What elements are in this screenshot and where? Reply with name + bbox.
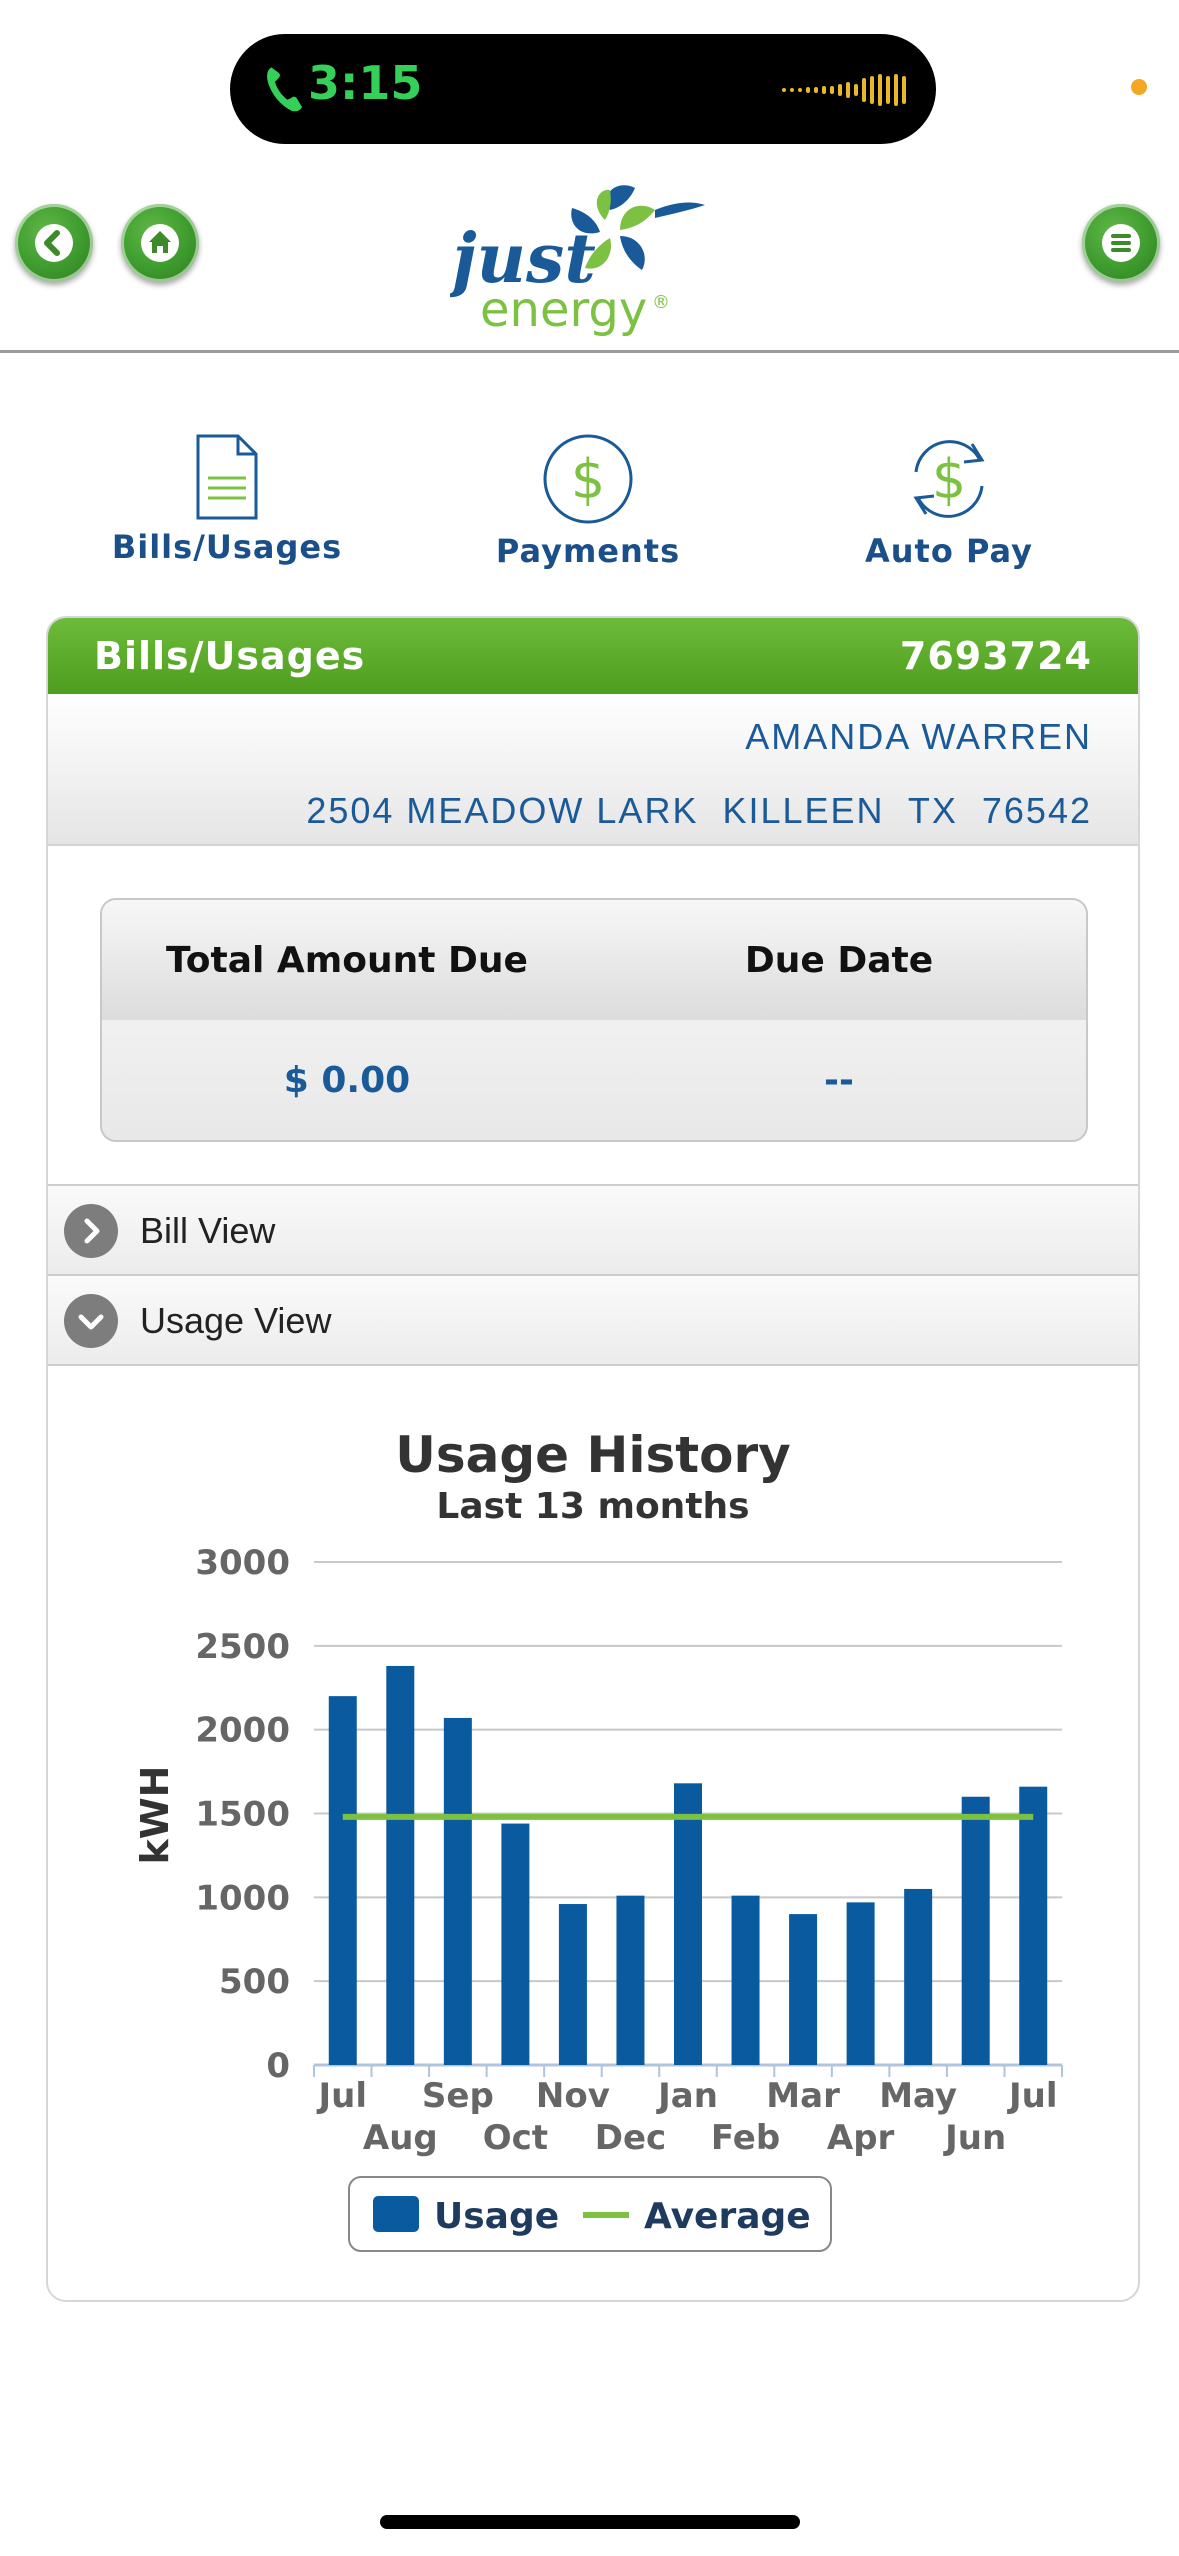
quick-link-label: Auto Pay xyxy=(864,532,1034,570)
customer-name: AMANDA WARREN xyxy=(745,716,1092,757)
home-icon xyxy=(141,224,179,262)
card-title: Bills/Usages xyxy=(94,634,366,678)
account-number: 7693724 xyxy=(899,634,1092,678)
home-button[interactable] xyxy=(121,204,199,282)
logo-text-energy: energy xyxy=(480,282,647,338)
privacy-indicator-dot xyxy=(1131,79,1147,95)
bill-view-toggle[interactable]: Bill View xyxy=(48,1184,1138,1274)
account-info: AMANDA WARREN 2504 MEADOW LARK KILLEEN T… xyxy=(48,694,1138,846)
document-icon xyxy=(196,434,258,520)
dollar-refresh-icon: $ xyxy=(913,440,985,518)
total-amount-due-label: Total Amount Due xyxy=(166,940,528,981)
quick-link-label: Payments xyxy=(495,532,681,570)
usage-view-toggle[interactable]: Usage View xyxy=(48,1274,1138,1366)
quick-link-payments[interactable]: $ Payments xyxy=(438,432,738,582)
back-button[interactable] xyxy=(15,204,93,282)
dynamic-island[interactable]: 3:15 xyxy=(230,34,936,144)
card-header: Bills/Usages 7693724 xyxy=(48,618,1138,694)
due-date-label: Due Date xyxy=(744,940,934,981)
amount-due-table: Total Amount Due Due Date $ 0.00 -- xyxy=(100,898,1088,1142)
home-indicator xyxy=(380,2515,800,2529)
quick-link-bills-usages[interactable]: Bills/Usages xyxy=(77,432,377,582)
due-date-value: -- xyxy=(824,1060,854,1101)
dollar-circle-icon: $ xyxy=(543,434,633,524)
usage-view-label: Usage View xyxy=(140,1300,332,1341)
hamburger-menu-icon xyxy=(1102,224,1140,262)
service-address: 2504 MEADOW LARK KILLEEN TX 76542 xyxy=(306,790,1092,831)
just-energy-logo[interactable]: just energy ® xyxy=(450,180,730,342)
chevron-right-icon xyxy=(64,1204,118,1258)
header-divider xyxy=(0,350,1179,353)
amount-due-header: Total Amount Due Due Date xyxy=(102,900,1086,1020)
call-timer: 3:15 xyxy=(308,56,423,110)
chevron-left-icon xyxy=(35,224,73,262)
quick-link-label: Bills/Usages xyxy=(111,528,343,566)
svg-text:$: $ xyxy=(571,448,605,511)
chevron-down-icon xyxy=(64,1294,118,1348)
phone-call-icon xyxy=(267,67,302,112)
logo-registered-mark: ® xyxy=(652,292,670,313)
audio-waveform-icon xyxy=(782,74,906,106)
total-amount-due-value: $ 0.00 xyxy=(283,1060,411,1101)
quick-link-auto-pay[interactable]: $ Auto Pay xyxy=(799,432,1099,582)
menu-button[interactable] xyxy=(1082,204,1160,282)
svg-text:$: $ xyxy=(932,448,966,511)
bills-usages-card: Bills/Usages 7693724 AMANDA WARREN 2504 … xyxy=(46,616,1140,2302)
bill-view-label: Bill View xyxy=(140,1210,276,1251)
